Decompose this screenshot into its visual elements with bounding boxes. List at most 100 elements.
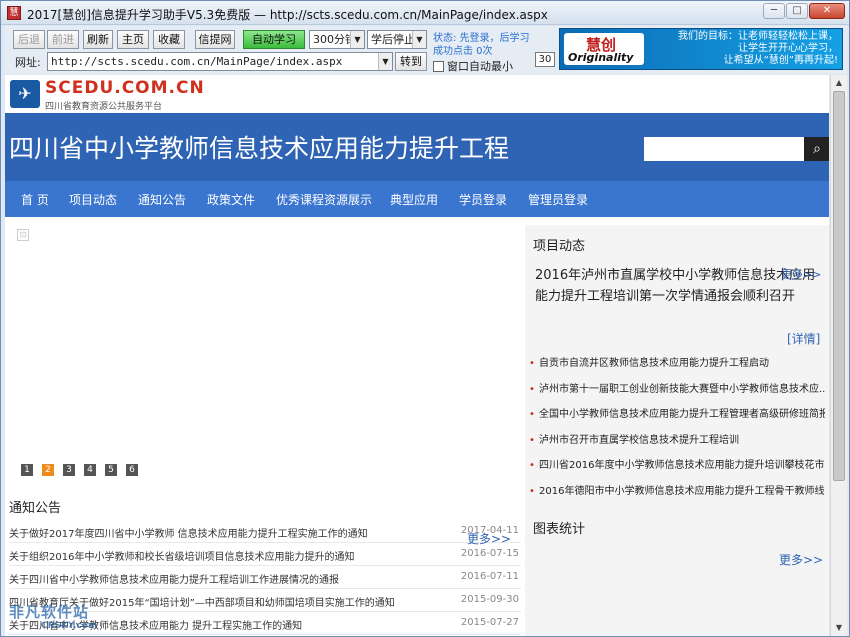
slogan-line-1: 我们的目标：让老师轻轻松松上课， bbox=[678, 31, 838, 42]
minimize-button[interactable]: ─ bbox=[763, 3, 785, 19]
originality-logo: 慧创 Originality bbox=[564, 33, 644, 65]
list-item[interactable]: • 泸州市第十一届职工创业创新技能大赛暨中小学教师信息技术应... bbox=[529, 381, 825, 407]
project-item-title[interactable]: 2016年德阳市中小学教师信息技术应用能力提升工程骨干教师线... bbox=[539, 486, 825, 497]
scroll-down-icon[interactable]: ▼ bbox=[831, 620, 847, 636]
project-news-list: • 自贡市自流井区教师信息技术应用能力提升工程启动 • 泸州市第十一届职工创业创新技… bbox=[529, 355, 825, 508]
nav-courses[interactable]: 优秀课程资源展示 bbox=[276, 191, 372, 208]
nav-admin-login[interactable]: 管理员登录 bbox=[528, 191, 588, 208]
browser-toolbar: 后退 前进 刷新 主页 收藏 信提网 自动学习 300分钟 ▼ 学后停止 ▼ 网址:… bbox=[5, 26, 847, 74]
home-button[interactable]: 主页 bbox=[117, 30, 149, 49]
nav-notices[interactable]: 通知公告 bbox=[138, 191, 186, 208]
chevron-down-icon: ▼ bbox=[412, 31, 426, 48]
logo-en: Originality bbox=[568, 51, 634, 64]
slide-dot-5[interactable]: 5 bbox=[105, 464, 117, 476]
chevron-down-icon: ▼ bbox=[350, 31, 364, 48]
notices-more-link[interactable]: 更多>> bbox=[467, 530, 511, 547]
window-title: 2017[慧创]信息提升学习助手V5.3免费版 — http://scts.sc… bbox=[27, 8, 548, 22]
search-icon[interactable]: ⌕ bbox=[804, 137, 829, 161]
click-count-field[interactable]: 30 bbox=[535, 52, 555, 67]
nav-student-login[interactable]: 学员登录 bbox=[459, 191, 507, 208]
notice-title[interactable]: 关于做好2017年度四川省中小学教师 信息技术应用能力提升工程实施工作的通知 bbox=[9, 525, 449, 540]
bullet-icon: • bbox=[529, 358, 535, 369]
url-label: 网址: bbox=[15, 56, 41, 69]
bullet-icon: • bbox=[529, 485, 535, 497]
maximize-button[interactable]: □ bbox=[786, 3, 808, 19]
site-logo-subtitle: 四川省教育资源公共服务平台 bbox=[45, 102, 163, 112]
auto-minimize-label: 窗口自动最小 bbox=[447, 60, 513, 73]
slide-dot-2[interactable]: 2 bbox=[42, 464, 54, 476]
app-icon: 慧 bbox=[7, 6, 21, 20]
scroll-up-icon[interactable]: ▲ bbox=[831, 75, 847, 91]
slide-dot-3[interactable]: 3 bbox=[63, 464, 75, 476]
notice-date: 2015-09-30 bbox=[460, 594, 519, 605]
chart-more-link[interactable]: 更多>> bbox=[779, 551, 823, 568]
notice-date: 2016-07-11 bbox=[460, 571, 519, 582]
project-item-title[interactable]: 泸州市第十一届职工创业创新技能大赛暨中小学教师信息技术应... bbox=[539, 384, 825, 395]
status-login: 状态: 先登录，后学习 bbox=[433, 33, 530, 44]
favorite-button[interactable]: 收藏 bbox=[153, 30, 185, 49]
featured-news-title[interactable]: 2016年泸州市直属学校中小学教师信息技术应用能力提升工程培训第一次学情通报会顺… bbox=[535, 265, 819, 307]
chart-stats-heading: 图表统计 bbox=[533, 522, 586, 537]
watermark-logo: 非凡软件站 bbox=[9, 603, 90, 621]
site-header: ✈ SCEDU.COM.CN 四川省教育资源公共服务平台 bbox=[5, 75, 829, 113]
nav-applications[interactable]: 典型应用 bbox=[390, 191, 438, 208]
app-window: 慧 2017[慧创]信息提升学习助手V5.3免费版 — http://scts.… bbox=[0, 0, 850, 637]
site-logo-name[interactable]: SCEDU.COM.CN bbox=[45, 78, 205, 98]
close-button[interactable]: ✕ bbox=[809, 3, 845, 19]
project-item-title[interactable]: 自贡市自流井区教师信息技术应用能力提升工程启动 bbox=[539, 358, 769, 369]
status-clicks: 成功点击 0次 bbox=[433, 46, 493, 57]
chevron-down-icon: ▼ bbox=[378, 53, 392, 70]
detail-link[interactable]: [详情] bbox=[787, 330, 820, 347]
slogan-line-2: 让学生开开心心学习， bbox=[738, 43, 838, 54]
back-button[interactable]: 后退 bbox=[13, 30, 45, 49]
notices-heading: 通知公告 bbox=[9, 501, 62, 516]
hero-banner: 四川省中小学教师信息技术应用能力提升工程 ⌕ bbox=[5, 113, 829, 181]
broken-image-icon: ⊡ bbox=[17, 229, 29, 241]
list-item[interactable]: • 四川省2016年度中小学教师信息技术应用能力提升培训攀枝花市... bbox=[529, 457, 825, 483]
info-net-button[interactable]: 信提网 bbox=[195, 30, 235, 49]
notice-title[interactable]: 关于组织2016年中小学教师和校长省级培训项目信息技术应用能力提升的通知 bbox=[9, 548, 449, 563]
go-button[interactable]: 转到 bbox=[395, 52, 427, 71]
nav-policy[interactable]: 政策文件 bbox=[207, 191, 255, 208]
list-item[interactable]: 关于做好2017年度四川省中小学教师 信息技术应用能力提升工程实施工作的通知 20… bbox=[9, 520, 521, 543]
nav-home[interactable]: 首 页 bbox=[21, 191, 49, 208]
status-text: 状态: 先登录，后学习 成功点击 0次 bbox=[433, 32, 543, 58]
nav-project-news[interactable]: 项目动态 bbox=[69, 191, 117, 208]
bullet-icon: • bbox=[529, 460, 535, 471]
slide-dot-4[interactable]: 4 bbox=[84, 464, 96, 476]
list-item[interactable]: • 自贡市自流井区教师信息技术应用能力提升工程启动 bbox=[529, 355, 825, 381]
auto-learn-button[interactable]: 自动学习 bbox=[243, 30, 305, 49]
auto-minimize-checkbox[interactable]: 窗口自动最小 bbox=[433, 58, 513, 74]
bullet-icon: • bbox=[529, 383, 535, 395]
duration-select[interactable]: 300分钟 ▼ bbox=[309, 30, 365, 49]
ad-banner[interactable]: 慧创 Originality 我们的目标：让老师轻轻松松上课， 让学生开开心心学… bbox=[559, 28, 843, 70]
title-bar: 慧 2017[慧创]信息提升学习助手V5.3免费版 — http://scts.… bbox=[1, 1, 849, 25]
banner-slogan: 我们的目标：让老师轻轻松松上课， 让学生开开心心学习， 让希望从“慧创”再再升起… bbox=[652, 31, 838, 67]
slide-dot-6[interactable]: 6 bbox=[126, 464, 138, 476]
vertical-scrollbar[interactable]: ▲ ▼ bbox=[830, 75, 847, 636]
forward-button[interactable]: 前进 bbox=[47, 30, 79, 49]
refresh-button[interactable]: 刷新 bbox=[83, 30, 113, 49]
list-item[interactable]: 关于四川省中小学教师信息技术应用能力提升工程培训工作进展情况的通报 2016-07… bbox=[9, 566, 521, 589]
list-item[interactable]: • 2016年德阳市中小学教师信息技术应用能力提升工程骨干教师线... bbox=[529, 483, 825, 509]
notice-date: 2015-07-27 bbox=[460, 617, 519, 628]
url-input[interactable]: http://scts.scedu.com.cn/MainPage/index.… bbox=[47, 52, 393, 71]
web-page: ✈ SCEDU.COM.CN 四川省教育资源公共服务平台 四川省中小学教师信息技… bbox=[5, 75, 829, 636]
search-input[interactable] bbox=[644, 137, 804, 161]
list-item[interactable]: 关于组织2016年中小学教师和校长省级培训项目信息技术应用能力提升的通知 2016… bbox=[9, 543, 521, 566]
scroll-thumb[interactable] bbox=[833, 91, 845, 481]
project-item-title[interactable]: 全国中小学教师信息技术应用能力提升工程管理者高级研修班简报 bbox=[539, 409, 825, 420]
bullet-icon: • bbox=[529, 409, 535, 420]
notice-title[interactable]: 关于四川省中小学教师信息技术应用能力提升工程培训工作进展情况的通报 bbox=[9, 571, 449, 586]
page-title: 四川省中小学教师信息技术应用能力提升工程 bbox=[9, 134, 510, 163]
slogan-line-3: 让希望从“慧创”再再升起! bbox=[723, 55, 838, 66]
url-value: http://scts.scedu.com.cn/MainPage/index.… bbox=[51, 55, 343, 68]
project-more-link[interactable]: 更多>> bbox=[781, 266, 821, 282]
list-item[interactable]: • 泸州市召开市直属学校信息技术提升工程培训 bbox=[529, 432, 825, 458]
project-item-title[interactable]: 四川省2016年度中小学教师信息技术应用能力提升培训攀枝花市... bbox=[539, 460, 825, 471]
project-item-title[interactable]: 泸州市召开市直属学校信息技术提升工程培训 bbox=[539, 435, 739, 446]
checkbox-box bbox=[433, 61, 444, 72]
list-item[interactable]: • 全国中小学教师信息技术应用能力提升工程管理者高级研修班简报 bbox=[529, 406, 825, 432]
after-learn-select[interactable]: 学后停止 ▼ bbox=[367, 30, 427, 49]
slide-dot-1[interactable]: 1 bbox=[21, 464, 33, 476]
